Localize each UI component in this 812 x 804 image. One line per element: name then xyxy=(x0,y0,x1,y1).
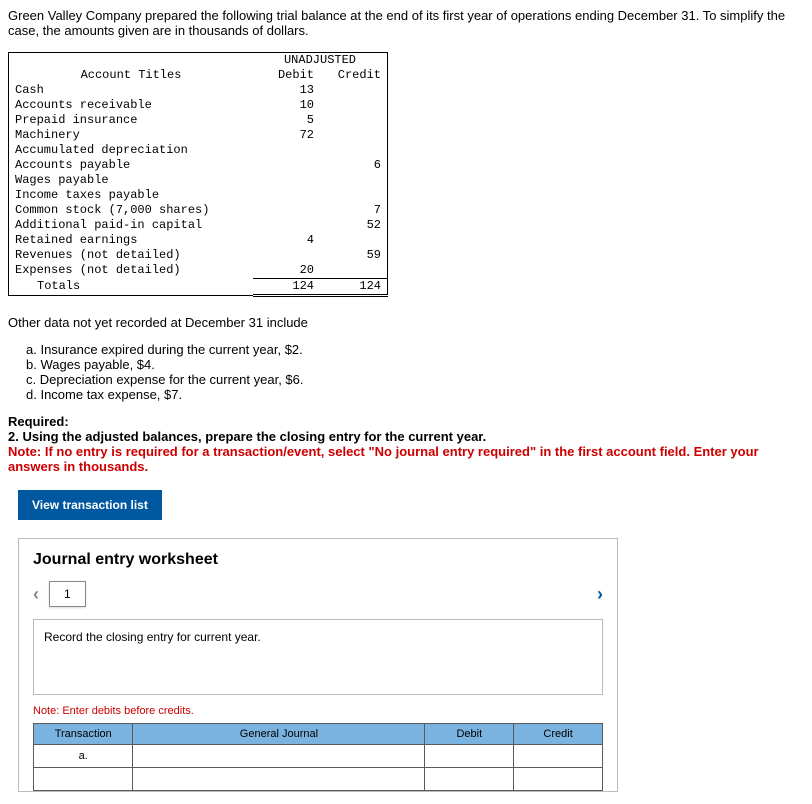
journal-entry-worksheet: Journal entry worksheet ‹ 1 › Record the… xyxy=(18,538,618,792)
transaction-cell: a. xyxy=(34,745,133,768)
row-account: Wages payable xyxy=(9,173,254,188)
chevron-left-icon[interactable]: ‹ xyxy=(33,584,39,605)
totals-credit: 124 xyxy=(320,279,388,296)
journal-entry-table: Transaction General Journal Debit Credit… xyxy=(33,723,603,791)
unadjusted-header: UNADJUSTED xyxy=(253,53,388,69)
debit-input[interactable] xyxy=(425,768,514,791)
totals-debit: 124 xyxy=(253,279,320,296)
item-a: a. Insurance expired during the current … xyxy=(26,342,804,357)
row-account: Expenses (not detailed) xyxy=(9,263,254,279)
credit-input[interactable] xyxy=(514,745,603,768)
worksheet-title: Journal entry worksheet xyxy=(33,551,603,569)
view-transaction-list-button[interactable]: View transaction list xyxy=(18,490,162,520)
intro-text: Green Valley Company prepared the follow… xyxy=(8,8,804,38)
required-head: Required: xyxy=(8,414,69,429)
required-note: Note: If no entry is required for a tran… xyxy=(8,444,759,474)
th-credit: Credit xyxy=(514,724,603,745)
transaction-cell xyxy=(34,768,133,791)
required-line: 2. Using the adjusted balances, prepare … xyxy=(8,429,486,444)
row-account: Common stock (7,000 shares) xyxy=(9,203,254,218)
th-general-journal: General Journal xyxy=(133,724,425,745)
trial-balance-table: UNADJUSTED Account Titles Debit Credit C… xyxy=(8,52,388,297)
general-journal-input[interactable] xyxy=(133,745,425,768)
row-account: Accumulated depreciation xyxy=(9,143,254,158)
item-d: d. Income tax expense, $7. xyxy=(26,387,804,402)
row-account: Additional paid-in capital xyxy=(9,218,254,233)
row-account: Prepaid insurance xyxy=(9,113,254,128)
record-instruction: Record the closing entry for current yea… xyxy=(33,619,603,695)
th-transaction: Transaction xyxy=(34,724,133,745)
row-account: Income taxes payable xyxy=(9,188,254,203)
credit-header: Credit xyxy=(320,68,388,83)
account-titles-header: Account Titles xyxy=(9,68,254,83)
tab-1[interactable]: 1 xyxy=(49,581,86,607)
general-journal-input[interactable] xyxy=(133,768,425,791)
item-b: b. Wages payable, $4. xyxy=(26,357,804,372)
row-account: Accounts payable xyxy=(9,158,254,173)
row-account: Accounts receivable xyxy=(9,98,254,113)
row-account: Retained earnings xyxy=(9,233,254,248)
row-account: Machinery xyxy=(9,128,254,143)
row-account: Revenues (not detailed) xyxy=(9,248,254,263)
credit-input[interactable] xyxy=(514,768,603,791)
totals-label: Totals xyxy=(9,279,254,296)
debit-input[interactable] xyxy=(425,745,514,768)
debits-before-credits-note: Note: Enter debits before credits. xyxy=(33,705,603,717)
item-c: c. Depreciation expense for the current … xyxy=(26,372,804,387)
row-account: Cash xyxy=(9,83,254,98)
chevron-right-icon[interactable]: › xyxy=(597,584,603,605)
other-data-label: Other data not yet recorded at December … xyxy=(8,315,804,330)
debit-header: Debit xyxy=(253,68,320,83)
th-debit: Debit xyxy=(425,724,514,745)
